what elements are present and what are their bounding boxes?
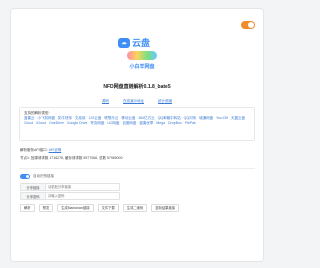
site-item[interactable]: 蓝奏优享 — [139, 121, 153, 125]
preview-button[interactable]: 预览 — [38, 204, 54, 212]
site-item[interactable]: 移动云盘 — [121, 116, 135, 120]
auto-detect-label: 自动识别链接 — [33, 174, 54, 178]
site-item[interactable]: Yun139 — [216, 116, 228, 120]
site-item[interactable]: PikPak — [185, 121, 196, 125]
stats-link[interactable]: 统计频道 — [158, 99, 172, 104]
site-item[interactable]: 文叔叔 — [75, 116, 86, 120]
sites-list: 蓝奏云 小飞机网盘 奶牛快传 文叔叔 123云盘 联想乐云 移动云盘 360亿方云 QQ邮箱中转… — [24, 116, 250, 126]
site-item[interactable]: 夸克网盘 — [90, 121, 104, 125]
site-item[interactable]: 奶牛快传 — [58, 116, 72, 120]
auto-detect-toggle[interactable] — [20, 174, 30, 179]
site-item[interactable]: iCloud — [36, 121, 46, 125]
logo-tagline: 小白羊网盘 — [129, 64, 155, 70]
divider — [19, 168, 255, 169]
node-stats: 节点1: 回源请求数 1716278, 缓存请求数 5577066, 总数 57… — [20, 156, 123, 160]
supported-sites-box: 支持的解析类型: 蓝奏云 小飞机网盘 奶牛快传 文叔叔 123云盘 联想乐云 移动云盘 360… — [19, 107, 255, 141]
qrcode-button[interactable]: 生成二维码 — [122, 204, 148, 212]
markdown-button[interactable]: 生成Markdown链接 — [57, 204, 94, 212]
site-item[interactable]: OneDrive — [49, 121, 64, 125]
parse-button[interactable]: 解析 — [20, 204, 35, 212]
page-title: NFD网盘直链解析0.1.8_bate5 — [103, 84, 171, 90]
site-item[interactable]: Google Drive — [67, 121, 87, 125]
demo-link[interactable]: 在线演示地址 — [123, 99, 144, 104]
site-item[interactable]: 城通网盘 — [199, 116, 213, 120]
site-item[interactable]: QQ闪传 — [184, 116, 196, 120]
main-card: ☁ 云盘 小白羊网盘 NFD网盘直链解析0.1.8_bate5 源码 在线演示地… — [10, 8, 264, 262]
api-prefix: 解析服务API接口: — [20, 148, 49, 152]
api-line: 解析服务API接口: API说明 — [20, 148, 61, 153]
site-item[interactable]: 360亿方云 — [138, 116, 154, 120]
api-doc-link[interactable]: API说明 — [49, 148, 62, 152]
logo-brand: 云盘 — [132, 38, 151, 48]
site-item[interactable]: 小飞机网盘 — [38, 116, 56, 120]
cloud-icon: ☁ — [118, 37, 130, 48]
site-item[interactable]: 123云盘 — [89, 116, 102, 120]
top-links: 源码 在线演示地址 统计频道 — [11, 99, 263, 104]
site-item[interactable]: 蓝奏云 — [24, 116, 35, 120]
share-link-input[interactable] — [46, 184, 119, 190]
logo: ☁ 云盘 小白羊网盘 — [118, 36, 166, 74]
site-item[interactable]: 百度网盘 — [122, 121, 136, 125]
site-item[interactable]: DropBox — [168, 121, 182, 125]
site-item[interactable]: 联想乐云 — [104, 116, 118, 120]
share-link-field: 分享链接 — [20, 183, 120, 191]
site-item[interactable]: 天翼云盘 — [231, 116, 245, 120]
password-label: 分享密码 — [21, 193, 46, 199]
theme-toggle[interactable] — [241, 21, 255, 29]
share-link-label: 分享链接 — [21, 184, 46, 190]
auto-detect-row: 自动识别链接 — [20, 174, 54, 179]
logo-art — [127, 51, 157, 60]
source-link[interactable]: 源码 — [102, 99, 109, 104]
site-item[interactable]: Cloud — [24, 121, 33, 125]
site-item[interactable]: Mega — [156, 121, 165, 125]
site-item[interactable]: QQ邮箱中转站 — [158, 116, 181, 120]
download-button[interactable]: 文件下载 — [97, 204, 119, 212]
action-buttons: 解析 预览 生成Markdown链接 文件下载 生成二维码 复制结果链接 — [20, 204, 180, 212]
site-item[interactable]: UC网盘 — [107, 121, 119, 125]
password-field: 分享密码 — [20, 192, 120, 200]
copy-link-button[interactable]: 复制结果链接 — [151, 204, 180, 212]
password-input[interactable] — [46, 193, 119, 199]
